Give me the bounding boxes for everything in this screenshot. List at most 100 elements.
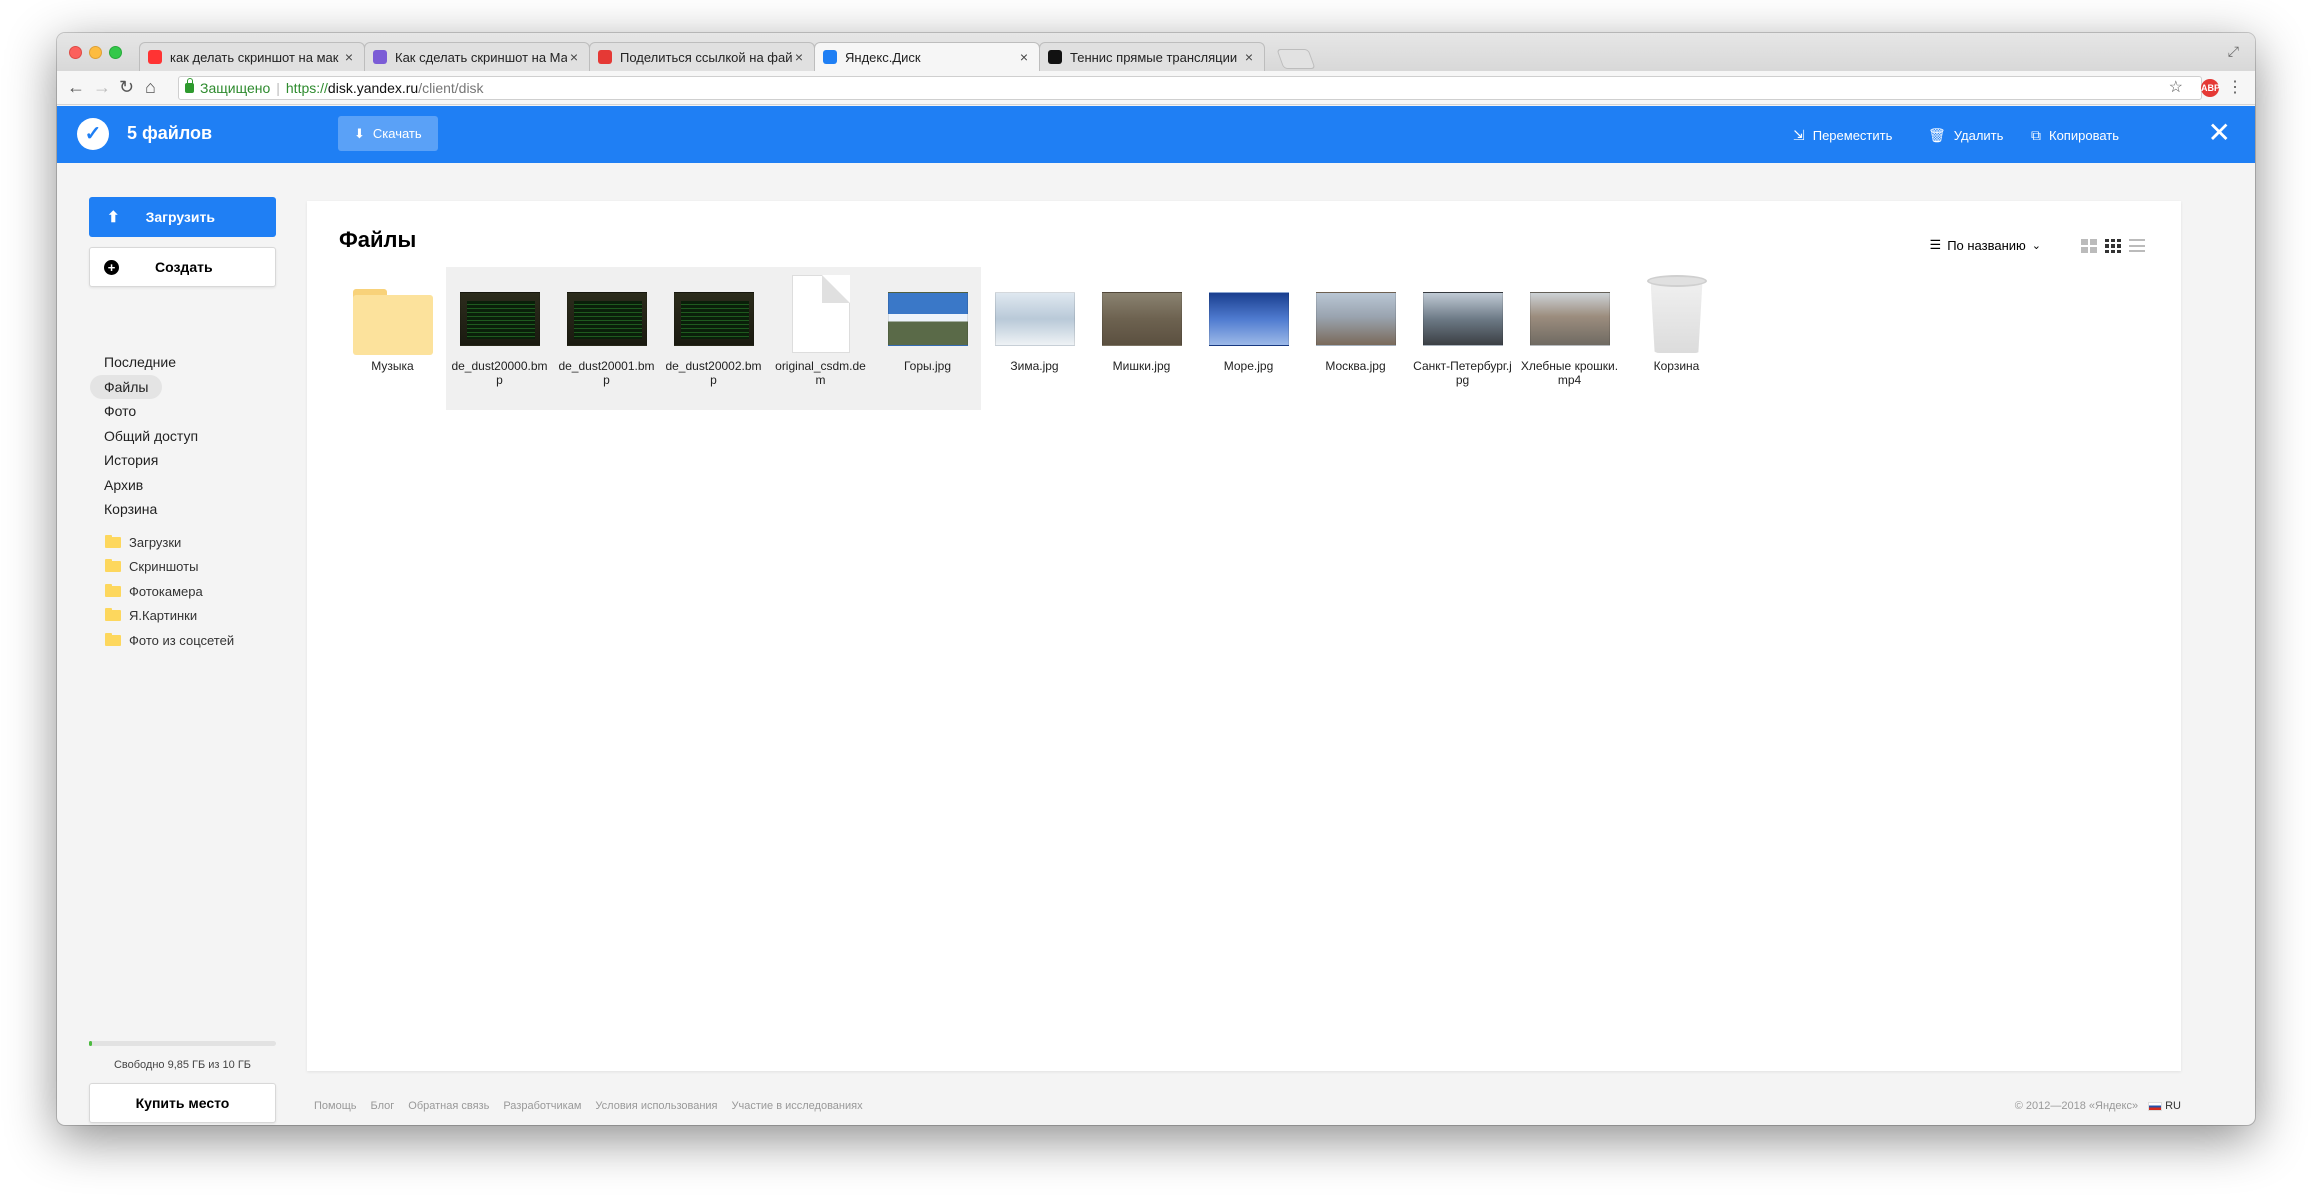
footer-link[interactable]: Условия использования [595, 1100, 717, 1112]
close-tab-icon[interactable]: × [1017, 49, 1031, 65]
file-tile[interactable]: de_dust20002.bmp [660, 267, 767, 410]
delete-label: Удалить [1953, 128, 2004, 143]
create-button[interactable]: + Создать [89, 247, 276, 287]
sidebar-folder-item[interactable]: Фото из соцсетей [105, 633, 234, 648]
folder-icon [105, 608, 121, 621]
file-grid: Музыка de_dust20000.bmp de_dust20001.bmp de… [339, 267, 1730, 410]
reload-icon[interactable]: ↻ [119, 77, 134, 97]
check-icon[interactable]: ✓ [77, 118, 109, 150]
close-icon[interactable]: ✕ [2208, 118, 2231, 148]
fullscreen-icon[interactable]: ⤢ [2228, 43, 2239, 60]
disk-icon [823, 50, 837, 64]
folder-icon [105, 559, 121, 572]
move-icon: ⇲ [1793, 127, 1805, 143]
zoom-window-button[interactable] [109, 46, 122, 59]
sidebar-nav-item[interactable]: Архив [90, 473, 157, 497]
file-name: Зима.jpg [1010, 359, 1059, 373]
copy-button[interactable]: ⧉ Копировать [2031, 127, 2119, 144]
home-icon[interactable]: ⌂ [145, 77, 156, 97]
browser-tab[interactable]: Теннис прямые трансляции × [1039, 42, 1265, 71]
bookmark-star-icon[interactable]: ☆ [2169, 77, 2183, 97]
file-thumbnail [887, 289, 968, 349]
sidebar-folder-item[interactable]: Фотокамера [105, 584, 203, 599]
folder-icon [352, 289, 433, 355]
copy-label: Копировать [2049, 128, 2119, 143]
file-tile[interactable]: Горы.jpg [874, 267, 981, 410]
folder-icon [105, 633, 121, 646]
sidebar-nav-item[interactable]: Файлы [90, 375, 163, 399]
buy-space-button[interactable]: Купить место [89, 1083, 276, 1123]
tab-title: Яндекс.Диск [845, 49, 921, 65]
quota-bar [89, 1041, 276, 1046]
file-tile[interactable]: Мишки.jpg [1088, 267, 1195, 410]
sidebar-folder-item[interactable]: Я.Картинки [105, 608, 197, 623]
file-tile[interactable]: original_csdm.dem [767, 267, 874, 410]
footer-link[interactable]: Блог [371, 1100, 395, 1112]
url-path: /client/disk [418, 80, 484, 96]
browser-tab[interactable]: как делать скриншот на мак × [139, 42, 365, 71]
file-thumbnail [459, 289, 540, 349]
sidebar-nav-item[interactable]: Корзина [90, 497, 171, 521]
file-name: original_csdm.dem [775, 359, 866, 387]
create-label: Создать [155, 259, 213, 275]
image-preview [1208, 292, 1289, 346]
file-tile[interactable]: de_dust20001.bmp [553, 267, 660, 410]
document-icon [791, 275, 850, 353]
file-thumbnail [994, 289, 1075, 349]
small-tiles-view-icon[interactable] [2105, 239, 2121, 253]
file-tile[interactable]: Музыка [339, 267, 446, 410]
sidebar-nav-item[interactable]: Фото [90, 399, 150, 423]
file-thumbnail [1529, 289, 1610, 349]
plus-icon: + [104, 259, 119, 275]
file-tile[interactable]: Корзина [1623, 267, 1730, 410]
yandex-icon [148, 50, 162, 64]
address-bar[interactable]: Защищено | https:// disk.yandex.ru /clie… [178, 76, 2202, 100]
footer-link[interactable]: Участие в исследованиях [732, 1100, 863, 1112]
close-tab-icon[interactable]: × [792, 49, 806, 65]
tab-title: Поделиться ссылкой на фай [620, 49, 792, 65]
file-tile[interactable]: de_dust20000.bmp [446, 267, 553, 410]
back-icon[interactable]: ← [67, 77, 85, 97]
file-tile[interactable]: Москва.jpg [1302, 267, 1409, 410]
minimize-window-button[interactable] [89, 46, 102, 59]
move-button[interactable]: ⇲ Переместить [1793, 127, 1892, 144]
delete-button[interactable]: 🗑 Удалить [1928, 127, 2003, 144]
sidebar-folder-item[interactable]: Загрузки [105, 535, 181, 550]
browser-toolbar: ← → ↻ ⌂ Защищено | https:// disk.yandex.… [57, 71, 2255, 105]
browser-menu-icon[interactable]: ⋮ [2227, 77, 2243, 97]
file-name: Море.jpg [1223, 359, 1274, 373]
url-protocol: https:// [285, 80, 328, 96]
sidebar-nav-item[interactable]: Общий доступ [90, 424, 212, 448]
footer-link[interactable]: Обратная связь [408, 1100, 489, 1112]
upload-button[interactable]: ⬆ Загрузить [89, 197, 276, 237]
file-tile[interactable]: Море.jpg [1195, 267, 1302, 410]
close-window-button[interactable] [69, 46, 82, 59]
file-name: Хлебные крошки.mp4 [1520, 359, 1619, 387]
forward-icon[interactable]: → [93, 77, 111, 97]
sidebar-folder-item[interactable]: Скриншоты [105, 559, 198, 574]
russian-flag-icon[interactable] [2148, 1101, 2163, 1111]
sort-dropdown[interactable]: ☰ По названию ⌄ [1930, 237, 2041, 253]
close-tab-icon[interactable]: × [567, 49, 581, 65]
download-button[interactable]: ⬇ Скачать [338, 116, 438, 151]
footer-link[interactable]: Помощь [314, 1100, 357, 1112]
file-tile[interactable]: Зима.jpg [981, 267, 1088, 410]
new-tab-button[interactable] [1276, 49, 1316, 69]
browser-tab[interactable]: Как сделать скриншот на Ма × [364, 42, 590, 71]
large-tiles-view-icon[interactable] [2081, 239, 2097, 253]
file-tile[interactable]: Санкт-Петербург.jpg [1409, 267, 1516, 410]
language-switcher[interactable]: RU [2165, 1100, 2181, 1112]
download-label: Скачать [372, 126, 422, 141]
close-tab-icon[interactable]: × [1242, 49, 1256, 65]
close-tab-icon[interactable]: × [342, 49, 356, 65]
extension-icon[interactable]: ABP [2201, 79, 2220, 97]
browser-tab[interactable]: Поделиться ссылкой на фай × [589, 42, 815, 71]
list-view-icon[interactable] [2129, 239, 2145, 253]
browser-tab[interactable]: Яндекс.Диск × [814, 42, 1040, 71]
footer-link[interactable]: Разработчикам [503, 1100, 581, 1112]
sidebar-nav-item[interactable]: Последние [90, 350, 190, 374]
file-tile[interactable]: Хлебные крошки.mp4 [1516, 267, 1623, 410]
folder-label: Фото из соцсетей [129, 633, 235, 648]
file-name: de_dust20002.bmp [665, 359, 762, 387]
sidebar-nav-item[interactable]: История [90, 448, 172, 472]
